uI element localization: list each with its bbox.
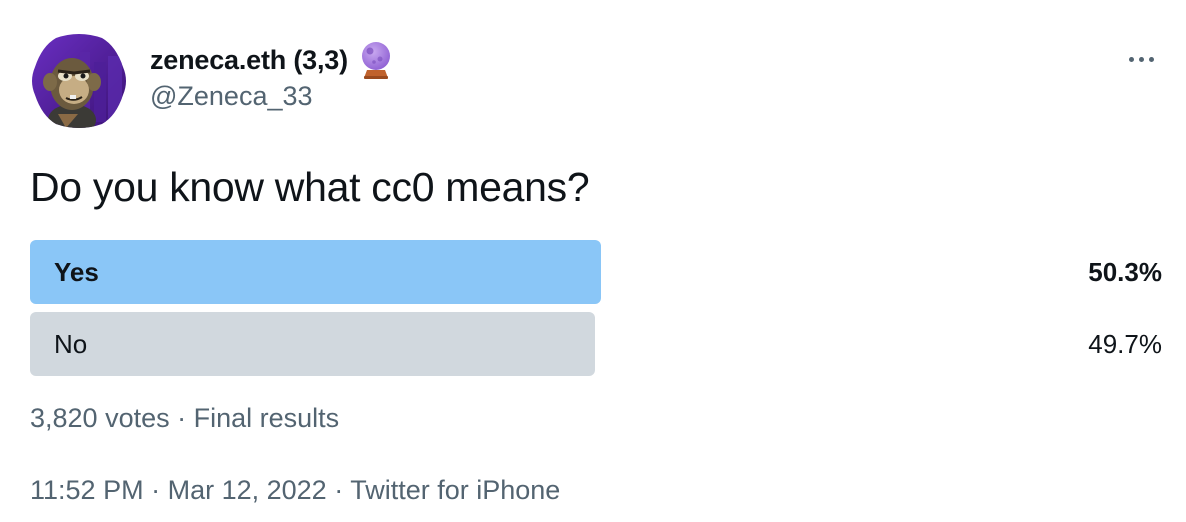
author-name-row: zeneca.eth (3,3) bbox=[150, 40, 392, 80]
tweet-timestamp-row: 11:52 PM · Mar 12, 2022 · Twitter for iP… bbox=[30, 475, 560, 506]
author-display-name[interactable]: zeneca.eth (3,3) bbox=[150, 45, 348, 76]
poll-meta-separator: · bbox=[169, 403, 194, 433]
more-dot-icon bbox=[1148, 56, 1154, 62]
avatar-image bbox=[32, 34, 126, 128]
poll-votes: 3,820 votes bbox=[30, 403, 170, 433]
tweet-text: Do you know what cc0 means? bbox=[30, 164, 590, 210]
tweet-date: Mar 12, 2022 bbox=[167, 475, 327, 505]
crystal-ball-icon bbox=[360, 40, 392, 80]
poll-option-percent: 49.7% bbox=[1088, 329, 1162, 359]
tweet-source-link[interactable]: Twitter for iPhone bbox=[350, 475, 560, 505]
poll-option-yes: Yes 50.3% bbox=[30, 240, 1162, 304]
tweet-time-link[interactable]: 11:52 PM · Mar 12, 2022 bbox=[30, 475, 327, 505]
avatar[interactable] bbox=[30, 32, 128, 130]
poll-bar-no bbox=[30, 312, 595, 376]
poll-status: Final results bbox=[193, 403, 340, 433]
tweet-time: 11:52 PM bbox=[30, 475, 144, 505]
poll-bar-yes bbox=[30, 240, 601, 304]
poll-option-percent: 50.3% bbox=[1088, 257, 1162, 287]
poll-option-label: No bbox=[54, 329, 88, 359]
poll-option-label: Yes bbox=[54, 257, 99, 287]
more-dot-icon bbox=[1138, 56, 1144, 62]
timestamp-separator: · bbox=[143, 475, 168, 505]
poll-meta: 3,820 votes · Final results bbox=[30, 403, 339, 434]
timestamp-separator: · bbox=[326, 475, 351, 505]
poll-option-no: No 49.7% bbox=[30, 312, 1162, 376]
author-handle[interactable]: @Zeneca_33 bbox=[150, 81, 313, 112]
more-options-button[interactable] bbox=[1120, 48, 1162, 70]
more-dot-icon bbox=[1128, 56, 1134, 62]
